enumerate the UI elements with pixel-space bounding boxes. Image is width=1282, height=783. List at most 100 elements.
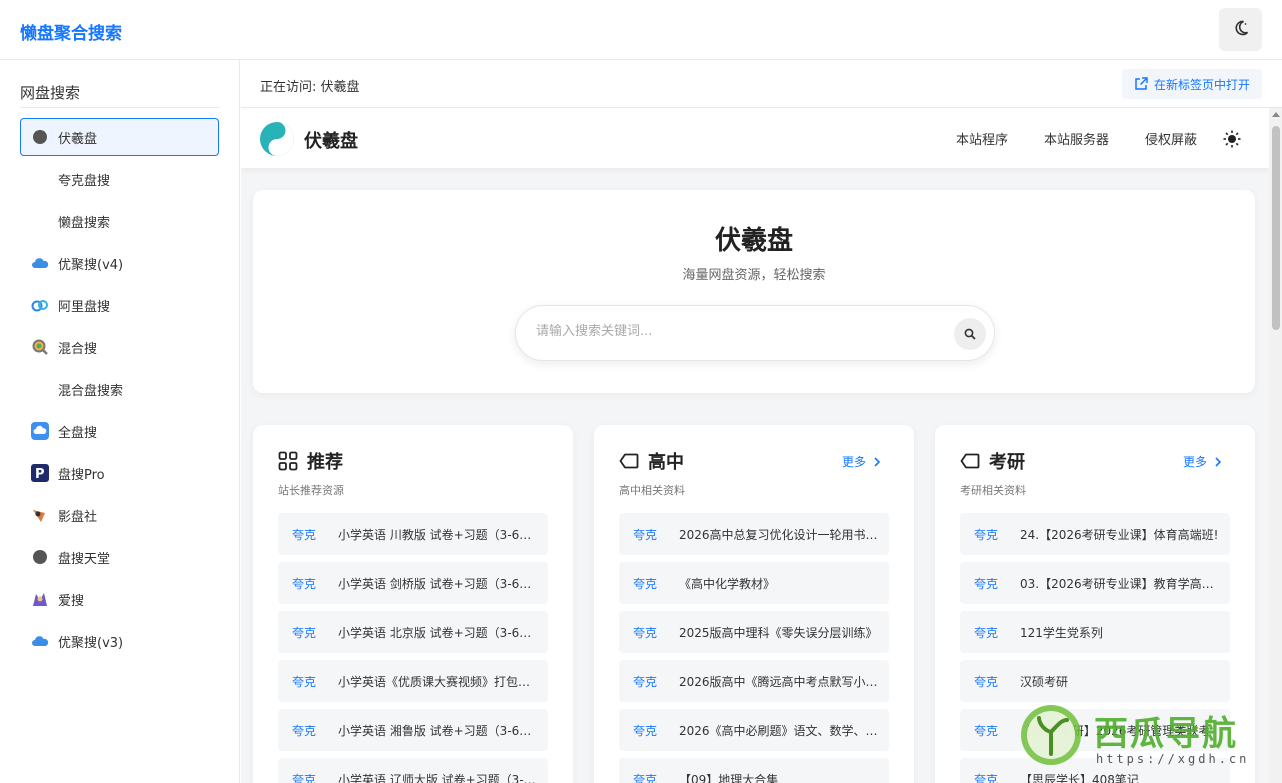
open-in-new-tab-button[interactable]: 在新标签页中打开 (1121, 69, 1262, 99)
more-link[interactable]: 更多 (842, 453, 880, 470)
nav-link-server[interactable]: 本站服务器 (1044, 129, 1109, 148)
site-nav-links: 本站程序 本站服务器 侵权屏蔽 (920, 129, 1241, 148)
sidebar-item-quanpansou[interactable]: 全盘搜 (20, 412, 219, 450)
list-item[interactable]: 夸克 小学英语 湘鲁版 试卷+习题（3-6年级） (278, 709, 548, 751)
hero-title: 伏羲盘 (714, 226, 793, 256)
list-item[interactable]: 夸克 2026《高中必刷题》语文、数学、英语 (619, 709, 889, 751)
card-high-school: 高中 更多 高中相关资料 夸克 2026高中总复习优化设计一轮用书 合集 夸克 《高… (594, 425, 914, 783)
circle-icon (31, 128, 49, 146)
list-item[interactable]: 夸克 《高中化学教材》 (619, 562, 889, 604)
watermark-text: 西瓜导航 (1094, 714, 1238, 754)
list-item[interactable]: 夸克 2025版高中理科《零失误分层训练》 (619, 611, 889, 653)
list-item[interactable]: 夸克 【09】地理大合集 (619, 758, 889, 783)
item-tag: 夸克 (632, 527, 657, 542)
search-input[interactable] (536, 324, 936, 339)
item-tag: 夸克 (291, 723, 316, 738)
item-tag: 夸克 (632, 723, 657, 738)
item-title: 2026高中总复习优化设计一轮用书 合集 (679, 527, 889, 542)
item-tag: 夸克 (973, 674, 998, 689)
sidebar-item-alipansou[interactable]: 阿里盘搜 (20, 286, 219, 324)
sidebar-item-youjusou-v3[interactable]: 优聚搜(v3) (20, 622, 219, 660)
magnifier-icon (31, 338, 49, 356)
svg-text:P: P (35, 467, 45, 482)
list-item[interactable]: 夸克 小学英语《优质课大赛视频》打包下载 (278, 660, 548, 702)
app-header: 懒盘聚合搜索 (0, 0, 1282, 60)
tag-icon (619, 453, 639, 469)
item-title: 小学英语 剑桥版 试卷+习题（3-6年级） (338, 576, 548, 591)
card-subtitle: 站长推荐资源 (278, 484, 344, 497)
item-tag: 夸克 (291, 625, 316, 640)
sidebar-item-hunhesou[interactable]: 混合搜 (20, 328, 219, 366)
search-box (515, 305, 995, 361)
taiji-logo-icon[interactable] (259, 121, 295, 157)
sidebar-item-hunhepansou[interactable]: 混合盘搜索 (20, 370, 219, 408)
sidebar-item-aisou[interactable]: 爱搜 (20, 580, 219, 618)
watermark: 西瓜导航 https://xgdh.cn (1016, 700, 1266, 778)
item-tag: 夸克 (973, 576, 998, 591)
list-item[interactable]: 夸克 小学英语 剑桥版 试卷+习题（3-6年级） (278, 562, 548, 604)
card-recommend: 推荐 站长推荐资源 夸克 小学英语 川教版 试卷+习题（3-6年级） 夸克 小学英语… (253, 425, 573, 783)
sidebar-item-fuxipan[interactable]: 伏羲盘 (20, 118, 219, 156)
scrollbar[interactable] (1269, 108, 1282, 783)
app-title[interactable]: 懒盘聚合搜索 (20, 19, 122, 44)
sidebar-item-pansoupro[interactable]: P 盘搜Pro (20, 454, 219, 492)
sidebar-item-yingpanshe[interactable]: 影盘社 (20, 496, 219, 534)
item-title: 小学英语《优质课大赛视频》打包下载 (338, 674, 543, 689)
more-link[interactable]: 更多 (1183, 453, 1221, 470)
list-item[interactable]: 夸克 小学英语 川教版 试卷+习题（3-6年级） (278, 513, 548, 555)
list-item[interactable]: 夸克 小学英语 辽师大版 试卷+习题（3-6年级） (278, 758, 548, 783)
site-name[interactable]: 伏羲盘 (304, 127, 358, 153)
item-title: 【09】地理大合集 (679, 772, 779, 783)
scrollbar-thumb[interactable] (1272, 126, 1280, 330)
item-tag: 夸克 (291, 527, 316, 542)
sidebar-item-label: 夸克盘搜 (58, 173, 111, 189)
sidebar-item-youjusou-v4[interactable]: 优聚搜(v4) (20, 244, 219, 282)
sun-icon[interactable] (1223, 130, 1241, 148)
list-item[interactable]: 夸克 03.【2026考研专业课】教育学高端班 (960, 562, 1230, 604)
item-title: 小学英语 北京版 试卷+习题（3-6年级） (338, 625, 548, 640)
embedded-site-frame[interactable]: 伏羲盘 本站程序 本站服务器 侵权屏蔽 伏羲盘 海量网盘资源，轻松搜索 请输入搜… (241, 108, 1282, 783)
card-list: 夸克 2026高中总复习优化设计一轮用书 合集 夸克 《高中化学教材》 夸克 2025… (619, 513, 889, 783)
item-title: 小学英语 湘鲁版 试卷+习题（3-6年级） (338, 723, 548, 738)
cloud-icon (31, 254, 49, 272)
site-navbar: 伏羲盘 本站程序 本站服务器 侵权屏蔽 (241, 108, 1269, 168)
item-title: 2026版高中《腾远高中考点默写小本》 (679, 674, 889, 689)
chevron-right-icon (1215, 456, 1221, 467)
search-button[interactable] (954, 318, 986, 350)
nav-link-infringement[interactable]: 侵权屏蔽 (1145, 129, 1197, 148)
item-tag: 夸克 (973, 527, 998, 542)
list-item[interactable]: 夸克 24.【2026考研专业课】体育高端班! (960, 513, 1230, 555)
more-label: 更多 (1182, 455, 1207, 469)
cloud-box-icon (31, 422, 49, 440)
item-title: 03.【2026考研专业课】教育学高端班 (1020, 576, 1226, 591)
theme-toggle-button[interactable] (1219, 8, 1262, 51)
sidebar-item-label: 伏羲盘 (58, 131, 98, 147)
sidebar-item-pansoutiantang[interactable]: 盘搜天堂 (20, 538, 219, 576)
list-item[interactable]: 夸克 汉硕考研 (960, 660, 1230, 702)
list-item[interactable]: 夸克 小学英语 北京版 试卷+习题（3-6年级） (278, 611, 548, 653)
open-in-new-tab-label: 在新标签页中打开 (1153, 77, 1250, 92)
sidebar-item-label: 混合盘搜索 (58, 383, 124, 399)
current-site-text: 正在访问: 伏羲盘 (260, 80, 360, 95)
sidebar: 网盘搜索 伏羲盘 夸克盘搜 懒盘搜索 优聚搜(v4) 阿里盘搜 混合搜 混合盘搜… (0, 60, 240, 783)
visit-bar: 正在访问: 伏羲盘 在新标签页中打开 (241, 60, 1282, 108)
sidebar-item-quark[interactable]: 夸克盘搜 (20, 160, 219, 198)
nav-link-program[interactable]: 本站程序 (956, 129, 1008, 148)
card-list: 夸克 小学英语 川教版 试卷+习题（3-6年级） 夸克 小学英语 剑桥版 试卷+习题… (278, 513, 548, 783)
cloud-icon (31, 632, 49, 650)
item-tag: 夸克 (973, 772, 998, 783)
list-item[interactable]: 夸克 121学生党系列 (960, 611, 1230, 653)
more-label: 更多 (841, 455, 866, 469)
card-subtitle: 考研相关资料 (960, 484, 1026, 497)
item-tag: 夸克 (632, 772, 657, 783)
list-item[interactable]: 夸克 2026高中总复习优化设计一轮用书 合集 (619, 513, 889, 555)
item-tag: 夸克 (632, 625, 657, 640)
film-icon (31, 506, 49, 524)
sidebar-item-lanpan[interactable]: 懒盘搜索 (20, 202, 219, 240)
external-link-icon (1135, 77, 1148, 90)
list-item[interactable]: 夸克 2026版高中《腾远高中考点默写小本》 (619, 660, 889, 702)
sidebar-item-label: 优聚搜(v4) (58, 257, 124, 273)
item-title: 121学生党系列 (1020, 625, 1103, 640)
sidebar-item-label: 混合搜 (58, 341, 98, 357)
scroll-up-arrow-icon[interactable] (1272, 112, 1280, 117)
